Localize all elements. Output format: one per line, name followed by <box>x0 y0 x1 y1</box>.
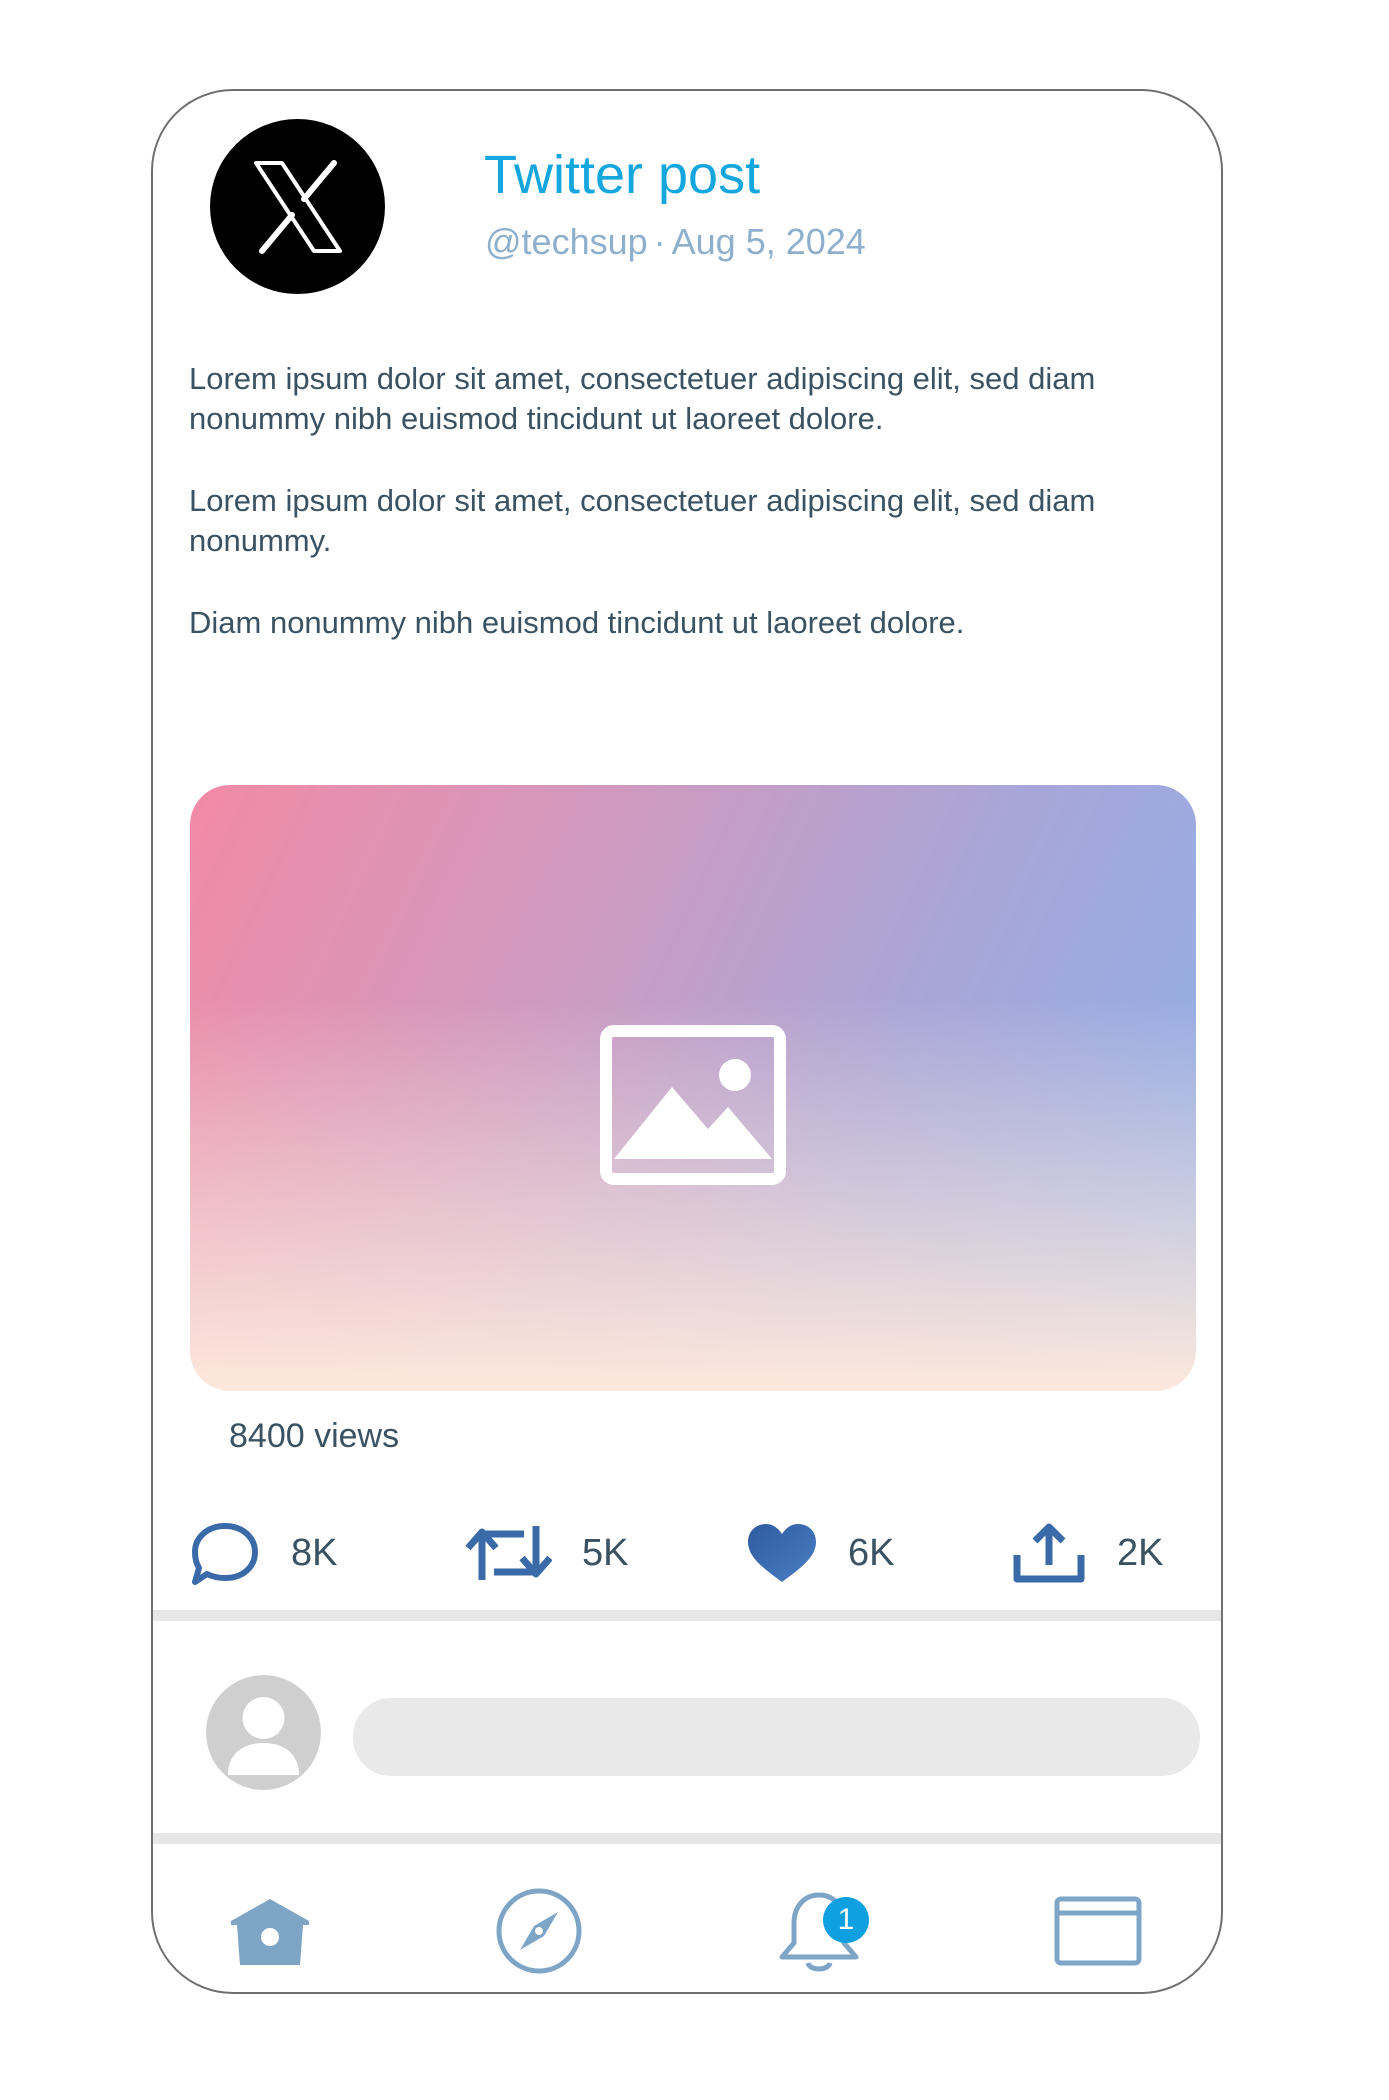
comment-bubble-icon <box>192 1523 258 1585</box>
mail-icon <box>1054 1896 1142 1966</box>
share-count: 2K <box>1117 1531 1164 1574</box>
post-title: Twitter post <box>484 145 761 205</box>
notification-badge: 1 <box>823 1897 869 1943</box>
x-logo-icon[interactable] <box>210 119 385 294</box>
post-paragraph: Lorem ipsum dolor sit amet, consectetuer… <box>189 483 1096 558</box>
post-body: Lorem ipsum dolor sit amet, consectetuer… <box>189 359 1189 685</box>
nav-explore[interactable] <box>494 1886 584 1976</box>
nav-messages[interactable] <box>1053 1886 1143 1976</box>
share-button[interactable]: 2K <box>1011 1518 1163 1588</box>
compass-icon <box>496 1888 582 1974</box>
reply-button[interactable]: 8K <box>189 1518 337 1588</box>
divider <box>153 1610 1221 1621</box>
post-paragraph: Lorem ipsum dolor sit amet, consectetuer… <box>189 361 1096 436</box>
retweet-button[interactable]: 5K <box>466 1518 628 1588</box>
author-handle[interactable]: @techsup <box>485 221 648 262</box>
post-meta: @techsup · Aug 5, 2024 <box>485 221 866 263</box>
nav-home[interactable] <box>225 1886 315 1976</box>
phone-frame: Twitter post @techsup · Aug 5, 2024 Lorem … <box>151 89 1223 1994</box>
meta-separator: · <box>653 221 666 262</box>
like-count: 6K <box>848 1531 895 1574</box>
like-button[interactable]: 6K <box>746 1518 894 1588</box>
home-icon <box>231 1899 309 1965</box>
post-paragraph: Diam nonummy nibh euismod tincidunt ut l… <box>189 605 965 640</box>
reply-input[interactable] <box>353 1698 1200 1776</box>
post-date: Aug 5, 2024 <box>671 221 866 262</box>
view-count: 8400 views <box>229 1417 400 1455</box>
reply-count: 8K <box>291 1531 338 1574</box>
share-upload-icon <box>1013 1523 1085 1583</box>
image-placeholder-icon <box>600 1025 786 1190</box>
divider <box>153 1833 1221 1844</box>
retweet-icon <box>466 1526 552 1580</box>
avatar <box>206 1675 321 1790</box>
retweet-count: 5K <box>582 1531 629 1574</box>
heart-icon <box>748 1524 816 1582</box>
post-media[interactable] <box>190 785 1196 1391</box>
